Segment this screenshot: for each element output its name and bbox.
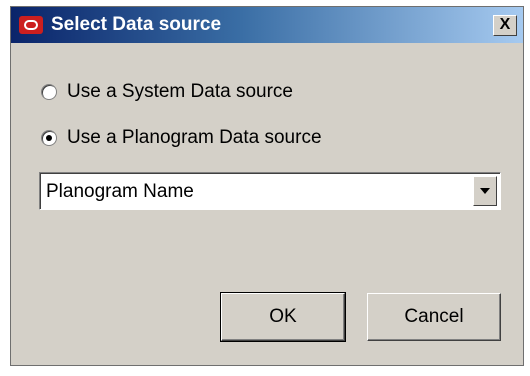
system-data-source-radio[interactable] (41, 84, 57, 100)
system-data-source-option[interactable]: Use a System Data source (41, 81, 293, 103)
title-bar[interactable]: Select Data source X (11, 7, 523, 43)
chevron-down-icon[interactable] (473, 176, 497, 206)
close-icon: X (499, 16, 511, 33)
cancel-button[interactable]: Cancel (367, 293, 501, 341)
system-data-source-label: Use a System Data source (67, 81, 293, 102)
planogram-data-source-label: Use a Planogram Data source (67, 127, 322, 148)
planogram-data-source-radio[interactable] (41, 130, 57, 146)
dialog-title: Select Data source (51, 14, 222, 35)
planogram-field-select[interactable]: Planogram Name (39, 172, 501, 210)
oracle-logo-icon (19, 16, 43, 34)
planogram-field-value: Planogram Name (46, 181, 194, 202)
close-button[interactable]: X (493, 15, 517, 36)
select-data-source-dialog: Select Data source X Use a System Data s… (10, 6, 524, 366)
planogram-data-source-option[interactable]: Use a Planogram Data source (41, 127, 322, 149)
ok-button[interactable]: OK (220, 292, 346, 342)
